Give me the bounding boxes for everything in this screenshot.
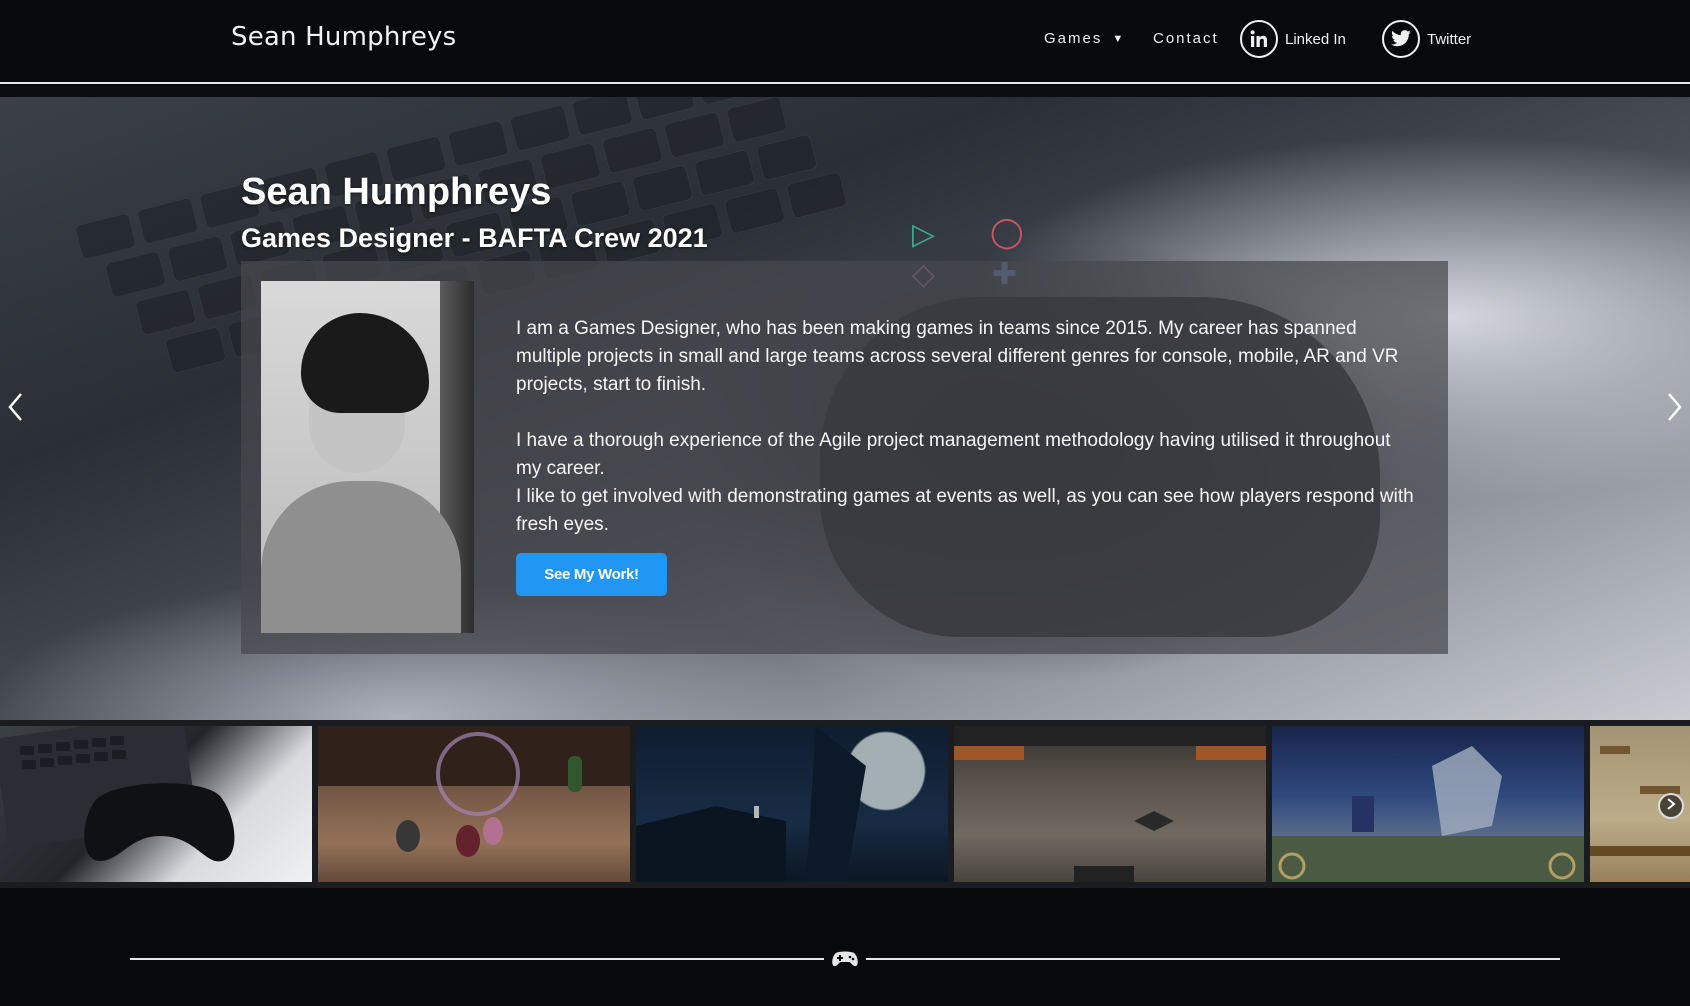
about-paragraph-2: I have a thorough experience of the Agil… [516,430,1391,479]
slider-next-button[interactable] [1660,389,1690,429]
thumbnail-game-2[interactable] [318,726,630,882]
thumbnail-controller[interactable] [0,726,312,882]
nav-games-label: Games [1044,30,1103,47]
triangle-symbol: ▷ [912,218,936,251]
about-panel: I am a Games Designer, who has been maki… [241,261,1448,654]
hero-title: Sean Humphreys [241,171,552,213]
linkedin-icon [1240,20,1278,58]
circle-symbol: ◯ [990,216,1024,249]
chevron-right-icon [1667,392,1683,427]
twitter-link[interactable]: Twitter [1382,20,1471,58]
thumbnail-game-5[interactable] [1272,726,1584,882]
chevron-down-icon: ▼ [1112,33,1126,45]
twitter-label: Twitter [1427,30,1472,48]
about-paragraph-3: I like to get involved with demonstratin… [516,486,1414,535]
main-nav: Games ▼ Contact Linked In Twitter [0,0,1690,84]
linkedin-label: Linked In [1285,30,1346,48]
twitter-icon [1382,20,1420,58]
thumbnail-strip [0,720,1690,888]
profile-photo [261,281,474,633]
linkedin-link[interactable]: Linked In [1240,20,1346,58]
about-paragraph-1: I am a Games Designer, who has been maki… [516,318,1399,395]
thumbnail-next-button[interactable] [1658,793,1684,819]
gamepad-icon [830,949,860,969]
chevron-left-icon [7,392,23,427]
divider-line-right [866,958,1560,960]
header-spacer [0,86,1690,97]
slider-prev-button[interactable] [0,389,30,429]
about-text: I am a Games Designer, who has been maki… [516,315,1421,539]
nav-contact[interactable]: Contact [1153,30,1219,47]
hero-slider: ▷ ◯ ◇ ✚ Sean Humphreys Games Designer - … [0,97,1690,720]
nav-games[interactable]: Games ▼ [1044,30,1125,47]
see-my-work-button[interactable]: See My Work! [516,553,667,596]
site-header: Sean Humphreys Games▼ Contact Linked In [0,0,1690,84]
chevron-right-icon [1666,797,1676,815]
thumbnail-game-3[interactable] [636,726,948,882]
hero-subtitle: Games Designer - BAFTA Crew 2021 [241,223,708,253]
thumbnail-game-4[interactable] [954,726,1266,882]
divider-line-left [130,958,824,960]
section-divider [0,888,1690,1006]
